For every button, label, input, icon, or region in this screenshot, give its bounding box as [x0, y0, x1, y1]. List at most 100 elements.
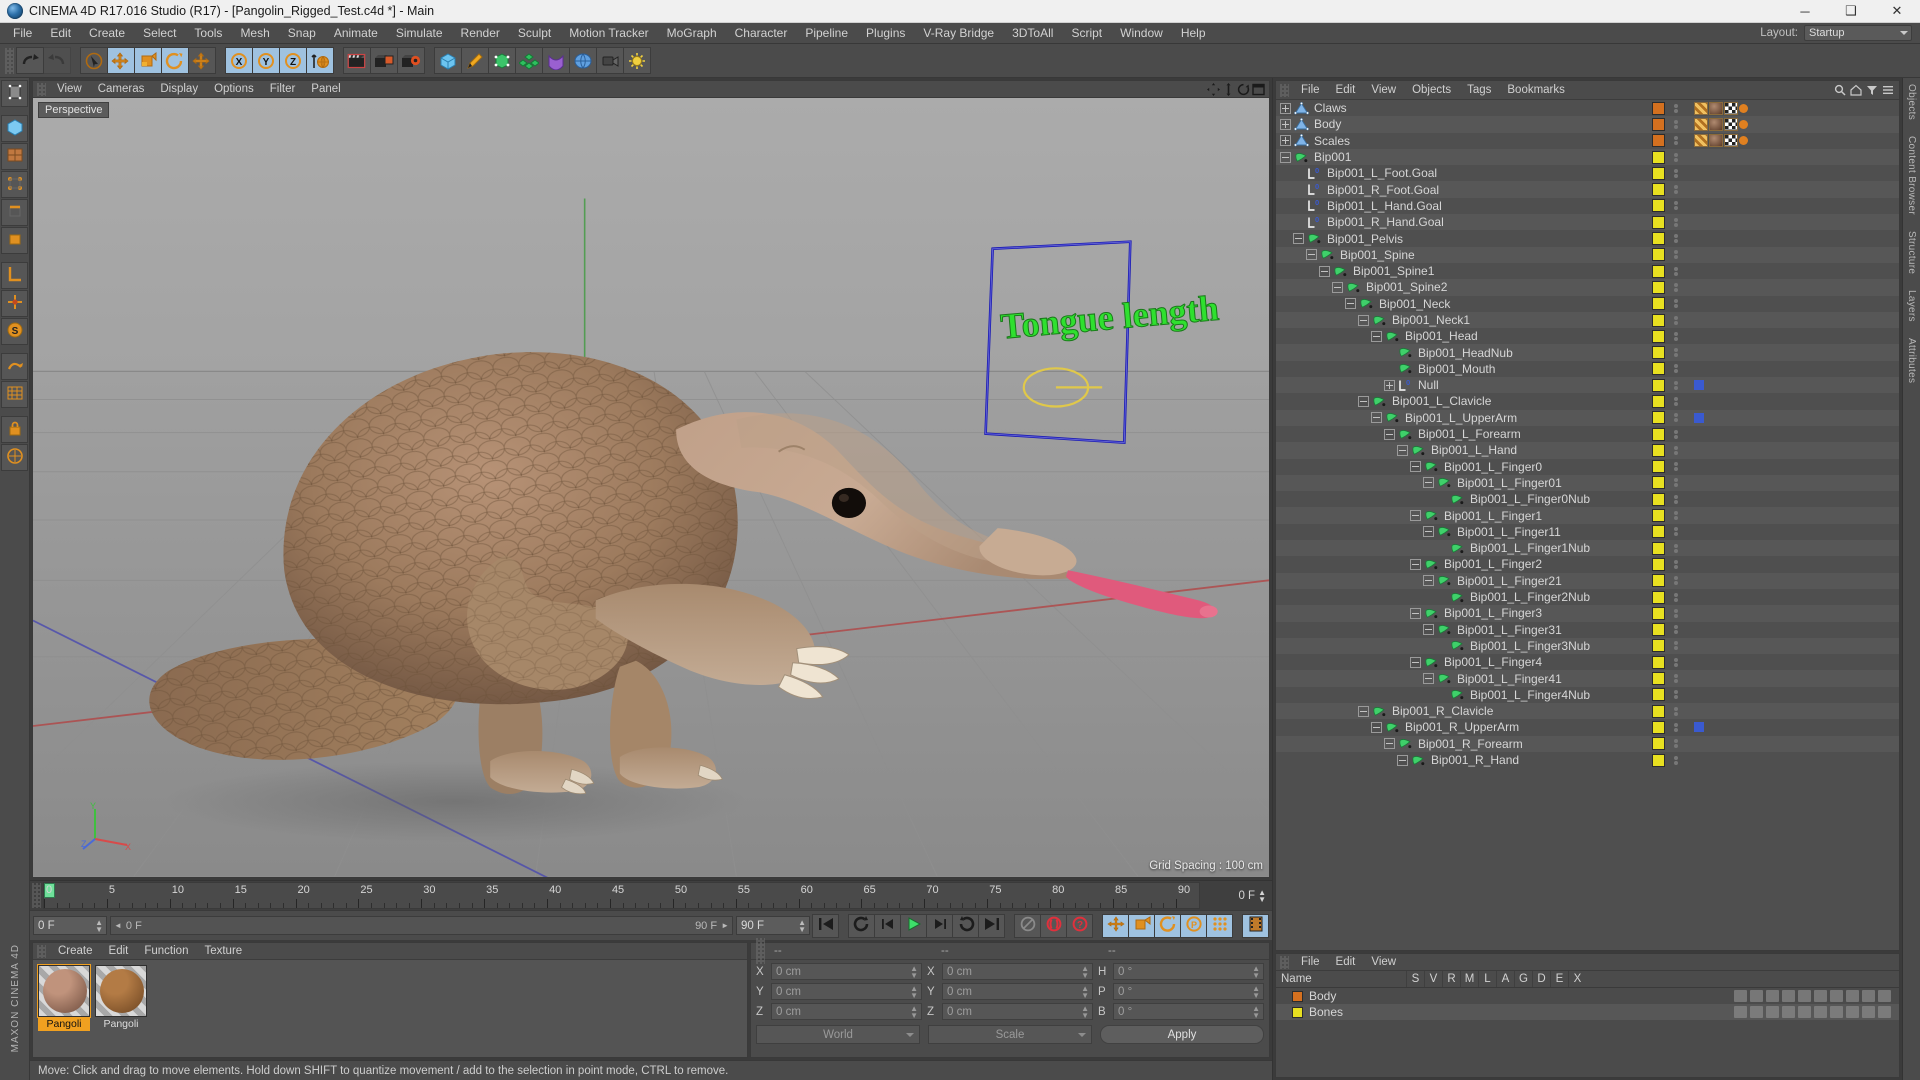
- vertical-tab-content-browser[interactable]: Content Browser: [1906, 136, 1917, 215]
- render-visibility-dot[interactable]: [1673, 516, 1678, 521]
- texture-mode-button[interactable]: [1, 143, 28, 170]
- visibility-dots[interactable]: [1669, 266, 1682, 276]
- coord-size-field[interactable]: 0 cm ▲ ▼: [942, 963, 1093, 980]
- object-tag-row[interactable]: [1649, 491, 1899, 507]
- object-tree-row[interactable]: Bip001_L_Finger3Nub: [1276, 637, 1649, 655]
- render-visibility-dot[interactable]: [1673, 385, 1678, 390]
- editor-visibility-dot[interactable]: [1673, 543, 1678, 548]
- expand-plus-icon[interactable]: [1384, 379, 1395, 391]
- vertical-tab-structure[interactable]: Structure: [1906, 231, 1917, 274]
- animation-icon[interactable]: [1814, 1006, 1827, 1018]
- layer-manager-grip[interactable]: [1280, 955, 1289, 969]
- object-tree-row[interactable]: Bip001_L_Finger0: [1276, 459, 1649, 475]
- layer-column-d[interactable]: D: [1532, 971, 1550, 987]
- phong-tag-icon[interactable]: [1739, 119, 1748, 129]
- vertical-tab-layers[interactable]: Layers: [1906, 290, 1917, 322]
- layer-column-name[interactable]: Name: [1276, 973, 1406, 985]
- object-tree-row[interactable]: 0 Bip001_L_Foot.Goal: [1276, 165, 1649, 181]
- render-visibility-dot[interactable]: [1673, 581, 1678, 586]
- maximize-button[interactable]: ❑: [1828, 0, 1874, 22]
- editor-visibility-dot[interactable]: [1673, 690, 1678, 695]
- object-tag-row[interactable]: [1649, 605, 1899, 622]
- layer-rows[interactable]: Body Bones: [1276, 988, 1899, 1020]
- render-visibility-dot[interactable]: [1673, 401, 1678, 406]
- visibility-dots[interactable]: [1669, 625, 1682, 635]
- object-color-chip[interactable]: [1652, 199, 1665, 213]
- visibility-dots[interactable]: [1669, 657, 1682, 667]
- editor-visibility-dot[interactable]: [1673, 641, 1678, 646]
- object-tree-row[interactable]: Bip001_L_Hand: [1276, 442, 1649, 459]
- editor-visibility-dot[interactable]: [1673, 168, 1678, 173]
- render-visibility-dot[interactable]: [1673, 597, 1678, 602]
- expand-plus-icon[interactable]: [1280, 135, 1291, 147]
- coord-rotation-field[interactable]: 0 ° ▲ ▼: [1113, 983, 1264, 1000]
- panel-menu-icon[interactable]: [1882, 84, 1894, 96]
- render-visibility-dot[interactable]: [1673, 320, 1678, 325]
- object-tree-row[interactable]: Bip001_Mouth: [1276, 361, 1649, 377]
- object-tree-row[interactable]: Bip001_L_Finger4Nub: [1276, 687, 1649, 703]
- material-tag-icon[interactable]: [1709, 117, 1723, 131]
- object-menu-file[interactable]: File: [1293, 82, 1328, 99]
- zoom-icon[interactable]: [1222, 82, 1235, 96]
- render-visibility-dot[interactable]: [1673, 418, 1678, 423]
- scale-key-button[interactable]: [1128, 913, 1155, 938]
- add-spline-button[interactable]: [461, 47, 489, 74]
- layer-menu-view[interactable]: View: [1363, 954, 1404, 971]
- object-tree-row[interactable]: Bip001: [1276, 148, 1649, 166]
- play-forwards-button[interactable]: [900, 913, 927, 938]
- object-color-chip[interactable]: [1652, 655, 1665, 669]
- object-tree-row[interactable]: Bip001_L_Finger2: [1276, 556, 1649, 572]
- collapse-minus-icon[interactable]: [1306, 249, 1317, 261]
- object-tag-row[interactable]: [1649, 328, 1899, 344]
- visibility-dots[interactable]: [1669, 331, 1682, 341]
- editor-visibility-dot[interactable]: [1673, 396, 1678, 401]
- render-visibility-dot[interactable]: [1673, 727, 1678, 732]
- uvw-tag-icon[interactable]: [1694, 134, 1708, 148]
- layer-color-chip[interactable]: [1292, 1006, 1303, 1018]
- visibility-dots[interactable]: [1669, 250, 1682, 260]
- add-nurbs-button[interactable]: [488, 47, 516, 74]
- rotate-tool-button[interactable]: [161, 47, 189, 74]
- enable-axis-button[interactable]: [1, 290, 28, 317]
- material-swatch-area[interactable]: Pangoli Pangoli: [33, 960, 747, 1057]
- go-to-previous-key-button[interactable]: [848, 913, 875, 938]
- menu-item-help[interactable]: Help: [1172, 23, 1215, 44]
- object-tree-row[interactable]: 0 Bip001_R_Hand.Goal: [1276, 214, 1649, 231]
- object-tag-row[interactable]: [1649, 572, 1899, 589]
- material-tag-icon[interactable]: [1709, 134, 1723, 148]
- collapse-minus-icon[interactable]: [1397, 444, 1408, 456]
- object-tag-row[interactable]: [1649, 198, 1899, 214]
- material-preview[interactable]: [95, 965, 147, 1017]
- visibility-dots[interactable]: [1669, 119, 1682, 129]
- object-tree-row[interactable]: 0 Null: [1276, 377, 1649, 394]
- expand-plus-icon[interactable]: [1280, 118, 1291, 130]
- visible-icon[interactable]: [1750, 1006, 1763, 1018]
- record-active-objects-button[interactable]: [1014, 913, 1041, 938]
- object-color-chip[interactable]: [1652, 394, 1665, 408]
- object-color-chip[interactable]: [1652, 443, 1665, 457]
- phong-tag-icon[interactable]: [1739, 103, 1748, 113]
- render-settings-button[interactable]: [397, 47, 425, 74]
- coord-size-field[interactable]: 0 cm ▲ ▼: [942, 1003, 1093, 1020]
- collapse-minus-icon[interactable]: [1423, 624, 1434, 636]
- workplane-button[interactable]: [1, 444, 28, 471]
- object-color-chip[interactable]: [1652, 313, 1665, 327]
- render-visibility-dot[interactable]: [1673, 450, 1678, 455]
- menu-item-pipeline[interactable]: Pipeline: [796, 23, 857, 44]
- render-visibility-dot[interactable]: [1673, 271, 1678, 276]
- render-visibility-dot[interactable]: [1673, 206, 1678, 211]
- render-view-button[interactable]: [343, 47, 371, 74]
- polygons-mode-button[interactable]: [1, 227, 28, 254]
- object-color-chip[interactable]: [1652, 672, 1665, 686]
- visibility-dots[interactable]: [1669, 152, 1682, 162]
- object-tree[interactable]: Claws Body Scales Bip001 0 Bip001_L_Foot…: [1276, 100, 1649, 950]
- editor-visibility-dot[interactable]: [1673, 494, 1678, 499]
- collapse-minus-icon[interactable]: [1371, 412, 1382, 424]
- visibility-dots[interactable]: [1669, 592, 1682, 602]
- material-swatch[interactable]: Pangoli: [37, 964, 91, 1031]
- editor-visibility-dot[interactable]: [1673, 559, 1678, 564]
- deformer-icon[interactable]: [1846, 1006, 1859, 1018]
- render-visibility-dot[interactable]: [1673, 141, 1678, 146]
- layer-menu-file[interactable]: File: [1293, 954, 1328, 971]
- object-tag-row[interactable]: [1649, 719, 1899, 735]
